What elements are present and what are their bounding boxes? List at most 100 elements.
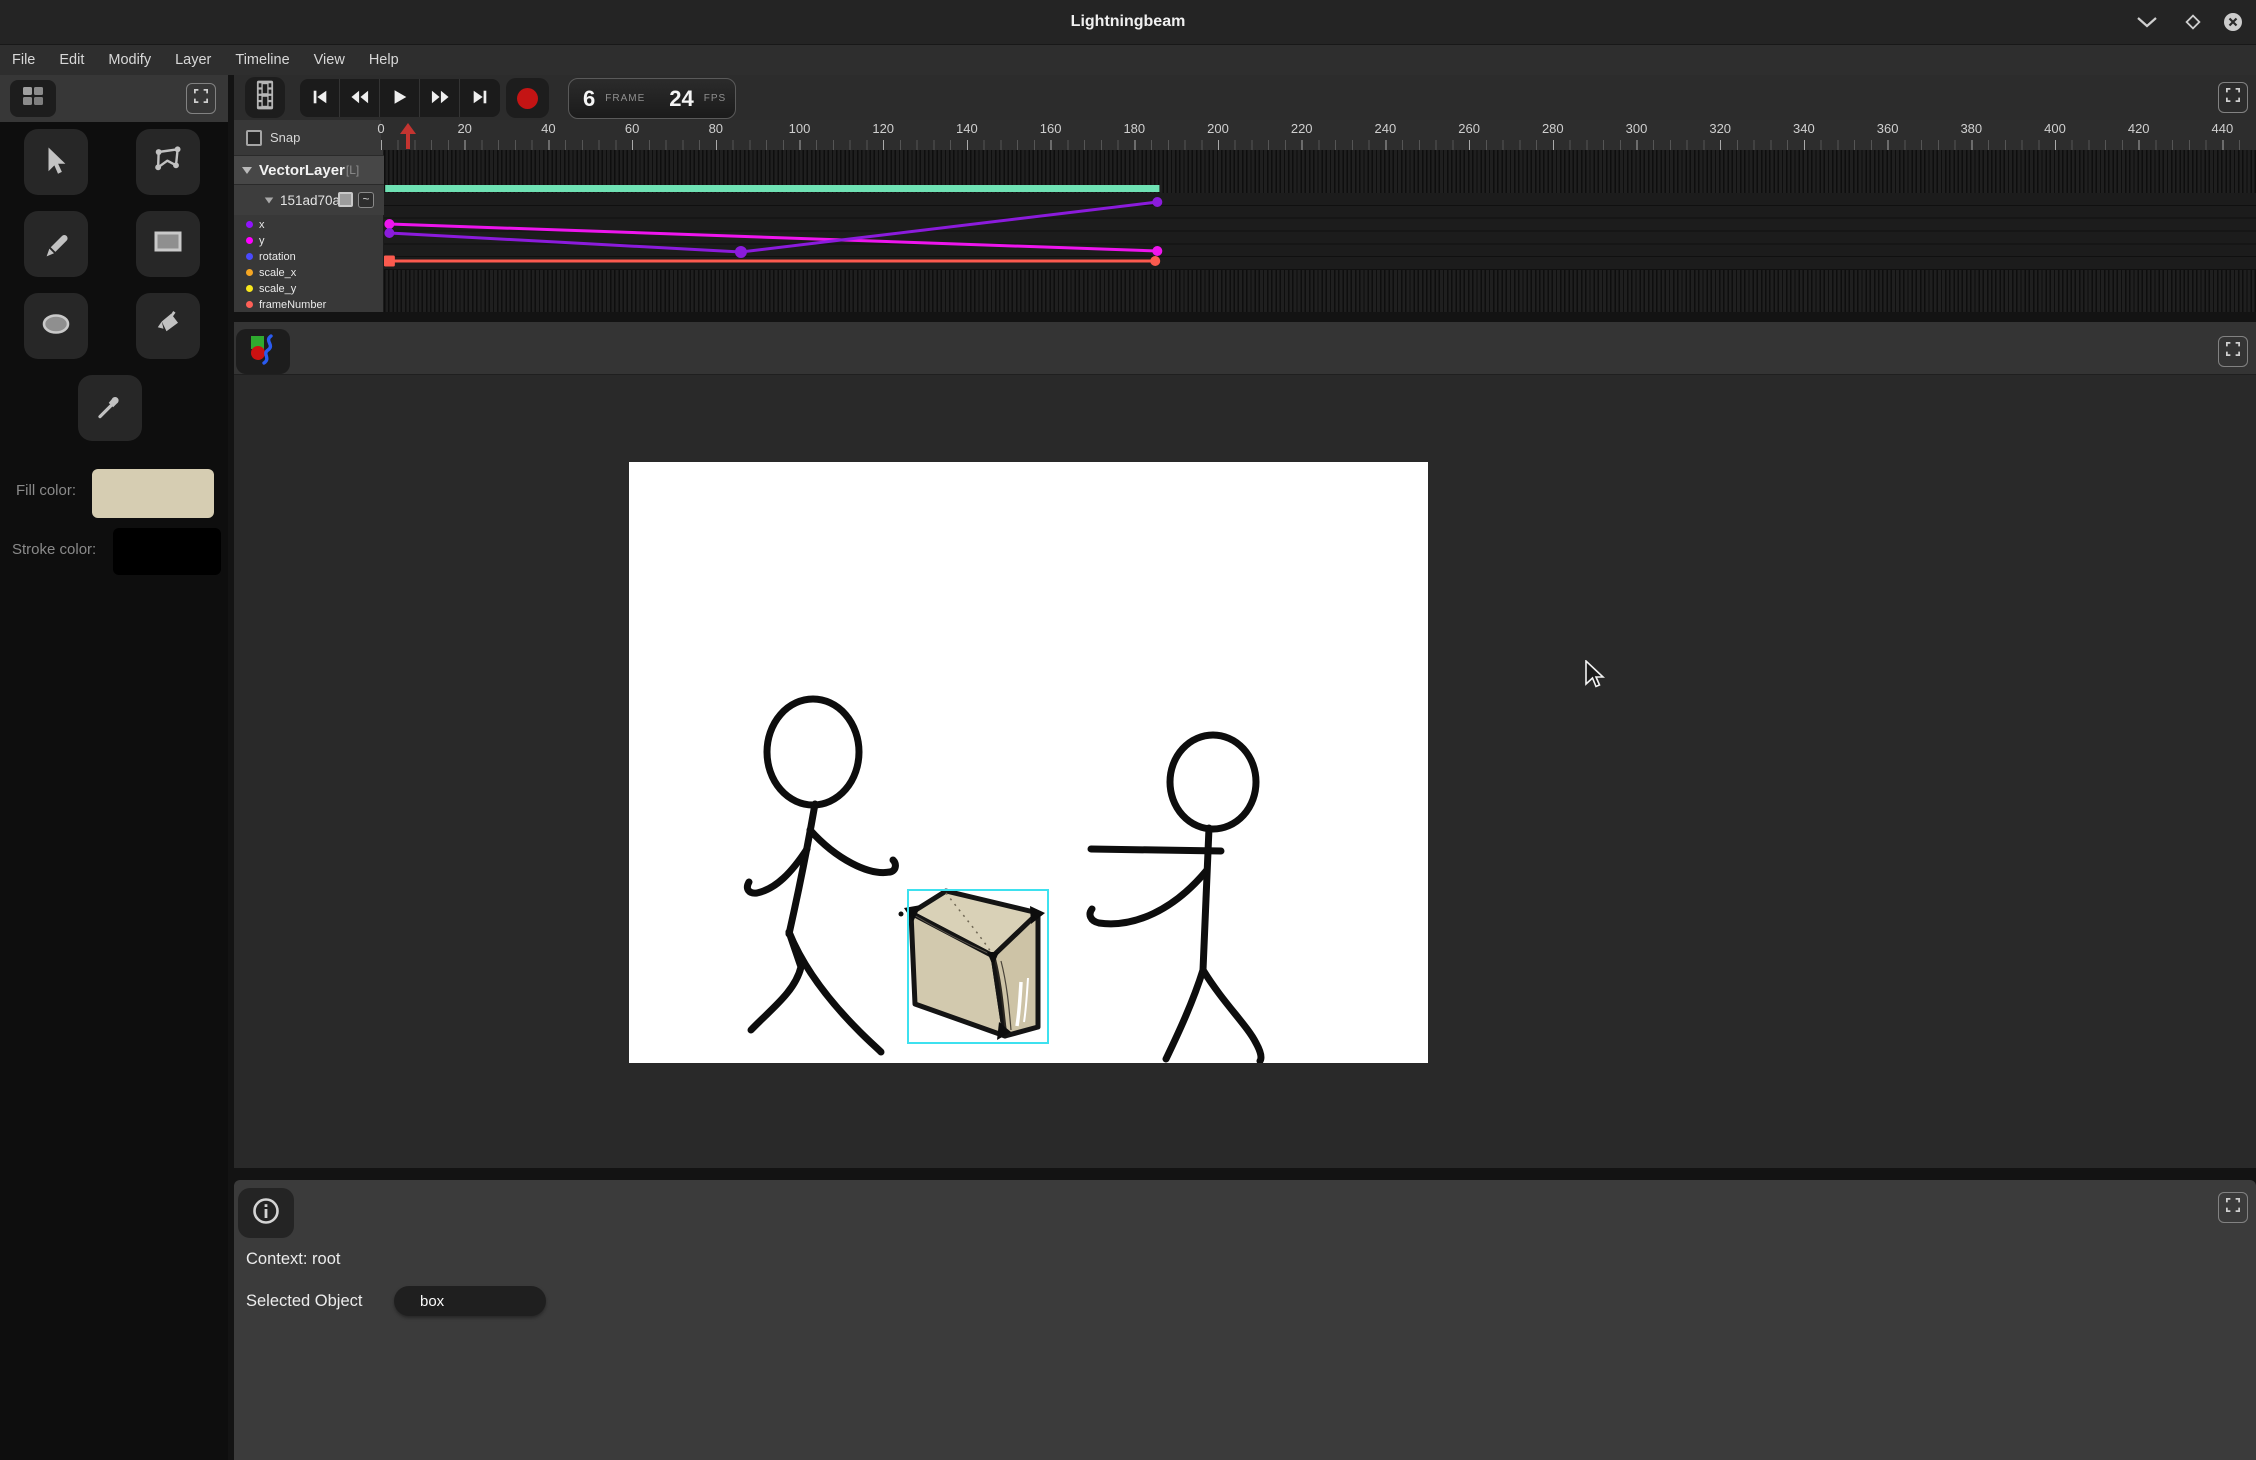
timeline-layer-column: Snap VectorLayer [L] 151ad70a… ~ xy rotat…	[234, 120, 384, 312]
skip-to-start-button[interactable]	[300, 79, 340, 117]
transform-tool-button[interactable]	[136, 129, 200, 195]
stick-figure-left[interactable]	[747, 699, 895, 1052]
object-row[interactable]: 151ad70a… ~	[234, 185, 384, 215]
inspector-panel: Context: root Selected Object box	[234, 1180, 2256, 1460]
film-button[interactable]	[245, 77, 285, 118]
ellipse-icon	[39, 311, 73, 342]
ruler-ticks	[381, 140, 2256, 150]
property-row-scale_x[interactable]: scale_x	[234, 266, 384, 279]
timeline-expand-button[interactable]	[2218, 82, 2248, 113]
property-row-y[interactable]: y	[234, 234, 384, 247]
paint-bucket-icon	[153, 309, 183, 344]
object-ease-button[interactable]: ~	[358, 192, 374, 208]
selected-object-label: Selected Object	[246, 1292, 362, 1311]
eyedropper-tool-button[interactable]	[78, 375, 142, 441]
keyframe-curves[interactable]	[384, 150, 2256, 312]
record-button[interactable]	[506, 78, 549, 118]
context-label: Context: root	[246, 1250, 340, 1269]
property-row-frameNumber[interactable]: frameNumber	[234, 298, 384, 311]
keyframe-frameNumber[interactable]	[384, 256, 395, 267]
timeline-ruler[interactable]: 0204060801001201401601802002202402602803…	[381, 120, 2256, 150]
skip-to-end-icon	[471, 88, 489, 109]
ruler-label: 240	[1375, 121, 1397, 136]
snap-label: Snap	[270, 130, 300, 145]
chevron-down-icon	[2136, 16, 2158, 28]
close-icon	[2223, 12, 2243, 32]
keyframe-x[interactable]	[1152, 197, 1162, 207]
timeline-panel: 6 FRAME 24 FPS Snap VectorLayer [L]	[234, 75, 2256, 312]
record-icon	[517, 88, 538, 109]
property-row-x[interactable]: x	[234, 218, 384, 231]
stroke-color-label: Stroke color:	[12, 541, 96, 558]
timeline-tracks[interactable]	[384, 150, 2256, 312]
skip-to-end-button[interactable]	[460, 79, 500, 117]
play-button[interactable]	[380, 79, 420, 117]
property-label: frameNumber	[259, 299, 326, 311]
selected-object-value[interactable]: box	[394, 1286, 546, 1316]
menu-item-timeline[interactable]: Timeline	[235, 52, 289, 68]
pencil-tool-button[interactable]	[24, 211, 88, 277]
inspector-expand-button[interactable]	[2218, 1192, 2248, 1223]
canvas-panel	[234, 322, 2256, 1168]
expand-icon	[2226, 1198, 2240, 1217]
layer-frame-span[interactable]	[385, 185, 1159, 192]
rewind-button[interactable]	[340, 79, 380, 117]
menu-item-layer[interactable]: Layer	[175, 52, 211, 68]
stroke-color-swatch[interactable]	[113, 528, 221, 575]
rectangle-tool-button[interactable]	[136, 211, 200, 277]
panel-grid-button[interactable]	[10, 80, 56, 117]
skip-to-start-icon	[311, 88, 329, 109]
keyframe-frameNumber[interactable]	[1150, 256, 1160, 266]
ruler-label: 280	[1542, 121, 1564, 136]
ruler-label: 420	[2128, 121, 2150, 136]
ruler-label: 140	[956, 121, 978, 136]
keyframe-y[interactable]	[1152, 246, 1162, 256]
property-row-rotation[interactable]: rotation	[234, 250, 384, 263]
keyframe-y[interactable]	[384, 219, 394, 229]
ruler-label: 200	[1207, 121, 1229, 136]
menu-item-view[interactable]: View	[314, 52, 345, 68]
window-title: Lightningbeam	[0, 0, 2256, 44]
ellipse-tool-button[interactable]	[24, 293, 88, 359]
keyframe-x[interactable]	[735, 246, 747, 258]
ruler-label: 160	[1040, 121, 1062, 136]
box-object[interactable]	[899, 891, 1046, 1040]
stage[interactable]	[629, 462, 1428, 1063]
canvas-expand-button[interactable]	[2218, 336, 2248, 367]
object-toggle-button[interactable]	[338, 192, 353, 207]
menu-item-help[interactable]: Help	[369, 52, 399, 68]
expand-icon	[2226, 342, 2240, 361]
paint-bucket-tool-button[interactable]	[136, 293, 200, 359]
playhead[interactable]	[400, 123, 416, 149]
select-tool-button[interactable]	[24, 129, 88, 195]
maximize-button[interactable]	[2178, 7, 2208, 37]
transport-controls	[300, 79, 500, 117]
minimize-button[interactable]	[2132, 7, 2162, 37]
menu-item-file[interactable]: File	[12, 52, 35, 68]
layer-row-vectorlayer[interactable]: VectorLayer [L]	[234, 155, 384, 185]
chevron-down-icon[interactable]	[265, 197, 274, 203]
property-color-dot	[246, 301, 253, 308]
close-button[interactable]	[2218, 7, 2248, 37]
property-label: scale_y	[259, 283, 296, 295]
fast-forward-button[interactable]	[420, 79, 460, 117]
tools-expand-button[interactable]	[186, 83, 216, 114]
cursor-icon	[41, 145, 71, 180]
chevron-down-icon[interactable]	[242, 167, 252, 174]
stage-tab-button[interactable]	[236, 329, 290, 374]
keyframe-x[interactable]	[384, 228, 394, 238]
stick-figure-right[interactable]	[1090, 735, 1261, 1061]
ruler-label: 180	[1123, 121, 1145, 136]
fps-value: 24	[669, 86, 693, 112]
menu-item-modify[interactable]: Modify	[108, 52, 151, 68]
ruler-label: 80	[709, 121, 723, 136]
snap-checkbox[interactable]	[246, 130, 262, 146]
ruler-label: 380	[1960, 121, 1982, 136]
fill-color-swatch[interactable]	[92, 469, 214, 518]
property-row-scale_y[interactable]: scale_y	[234, 282, 384, 295]
pencil-icon	[41, 227, 71, 262]
menu-item-edit[interactable]: Edit	[59, 52, 84, 68]
grid-icon	[22, 86, 44, 111]
info-tab-button[interactable]	[238, 1188, 294, 1238]
property-label: y	[259, 235, 265, 247]
